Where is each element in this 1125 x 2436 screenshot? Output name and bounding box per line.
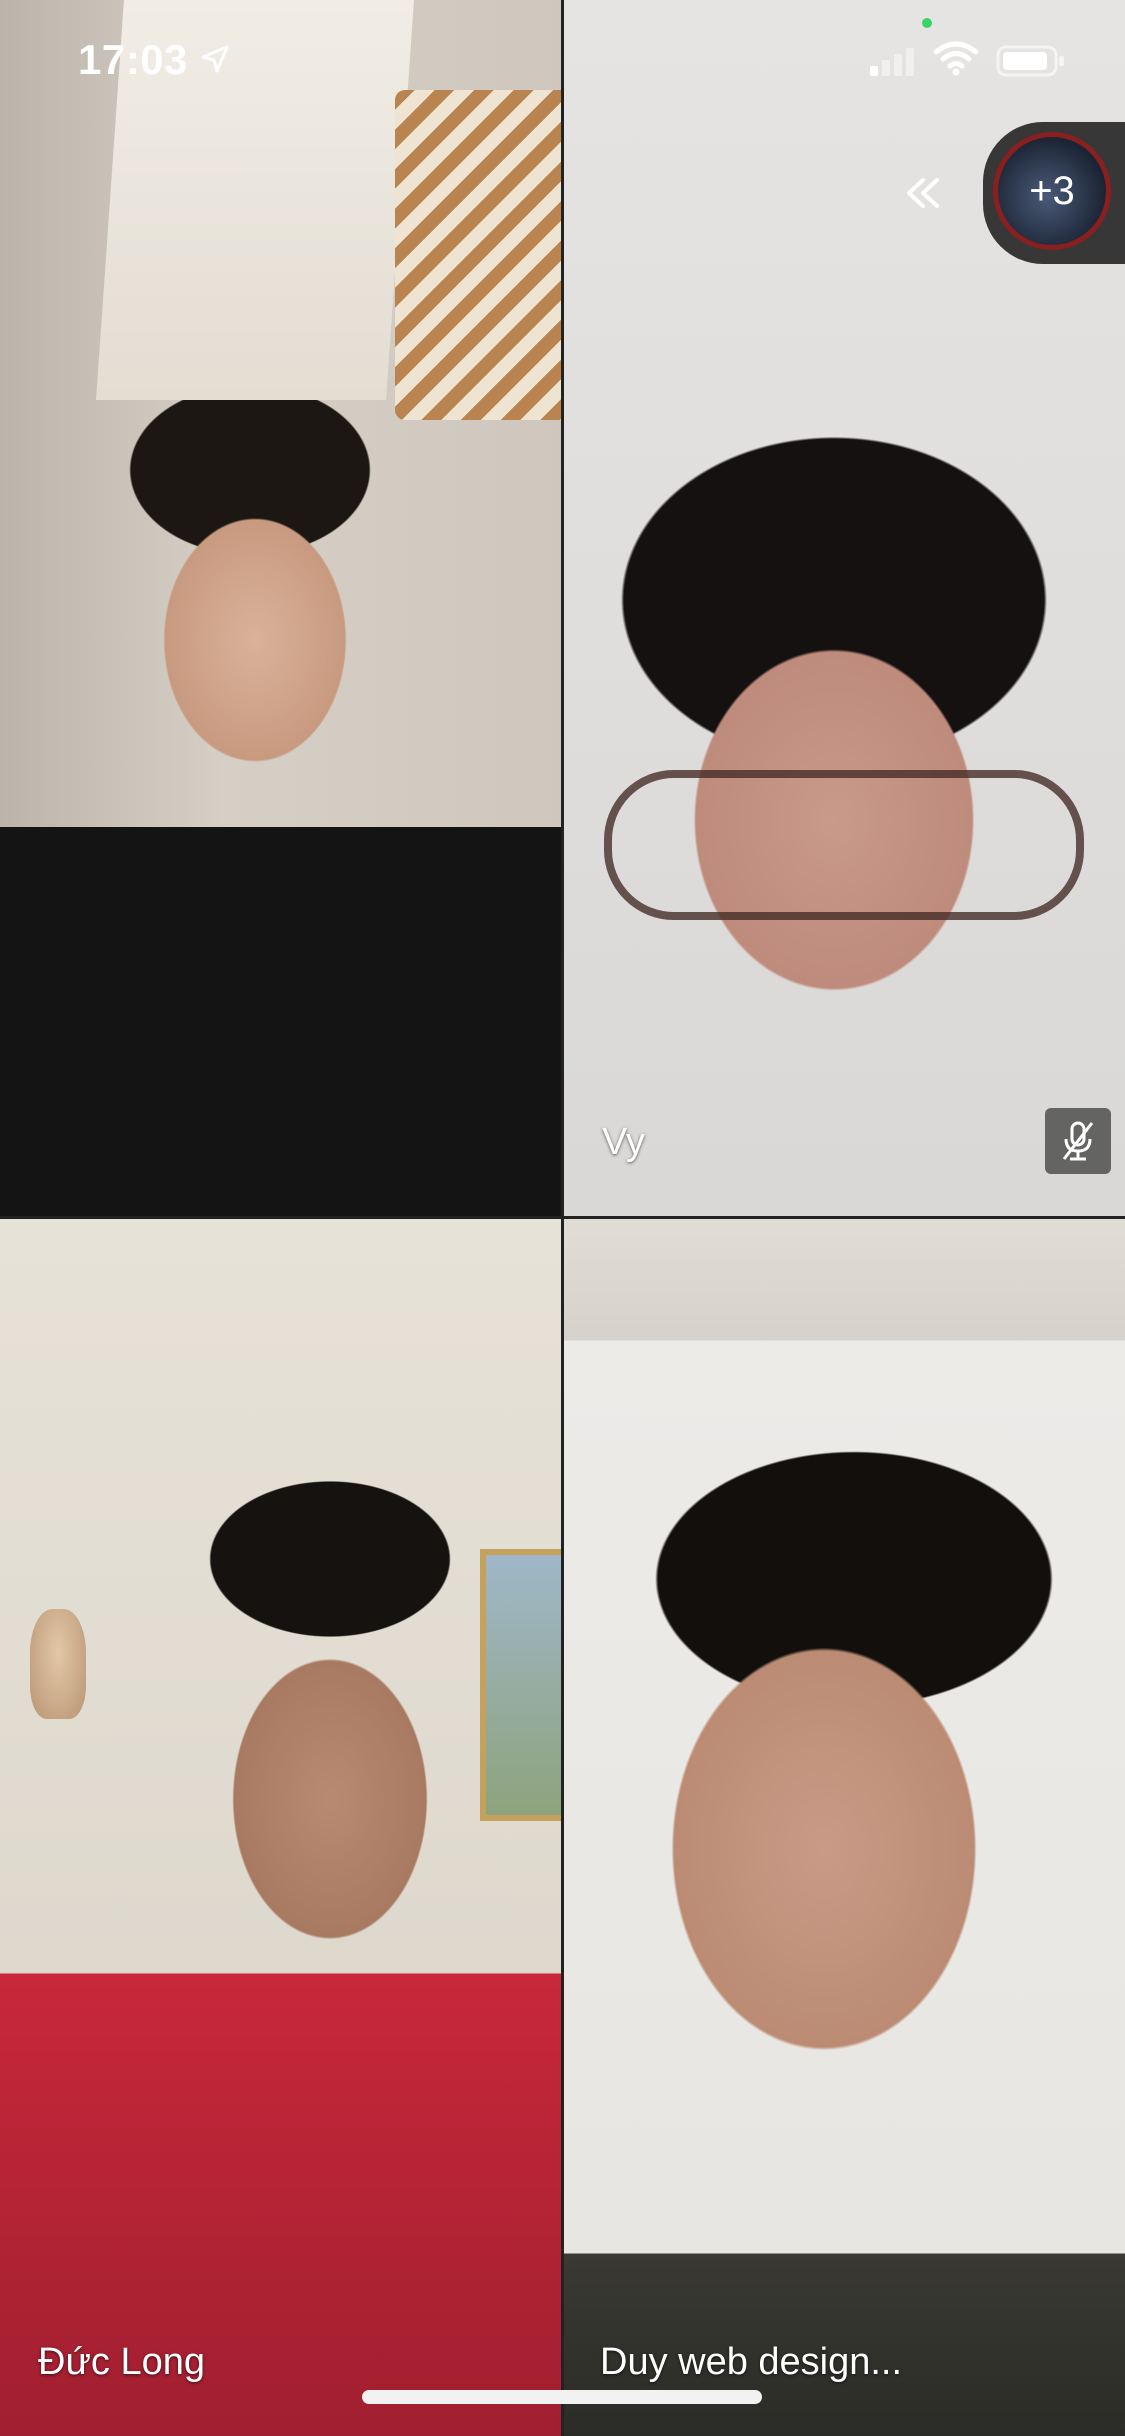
status-time: 17:03 bbox=[78, 36, 188, 83]
participant-tile-duy[interactable]: Duy web design... bbox=[564, 1219, 1125, 2436]
participant-name: Đức Long bbox=[38, 2341, 205, 2383]
background-basket bbox=[395, 90, 561, 420]
wifi-icon bbox=[933, 41, 979, 76]
background-picture-frame bbox=[480, 1549, 561, 1821]
battery-icon bbox=[996, 45, 1064, 77]
participant-grid: Vy Đức Long Duy web design... bbox=[0, 0, 1125, 2436]
double-chevron-left-icon bbox=[907, 178, 939, 208]
collapse-button[interactable] bbox=[896, 166, 950, 220]
participant-tile-self[interactable] bbox=[0, 0, 561, 1216]
more-participants-count: +3 bbox=[1029, 168, 1075, 213]
home-indicator[interactable] bbox=[362, 2390, 762, 2404]
participant-name: Duy web design... bbox=[600, 2341, 903, 2383]
participant-tile-duc-long[interactable]: Đức Long bbox=[0, 1219, 561, 2436]
cellular-signal-icon bbox=[870, 48, 914, 76]
more-participants-button[interactable]: +3 bbox=[983, 122, 1125, 264]
avatar: +3 bbox=[993, 132, 1111, 250]
participant-name: Vy bbox=[602, 1121, 645, 1163]
glasses-shape bbox=[604, 770, 1084, 920]
status-bar: 17:03 bbox=[0, 0, 1125, 130]
video-call-screen: Vy Đức Long Duy web design... 17:03 +3 bbox=[0, 0, 1125, 2436]
privacy-indicator-dot bbox=[922, 18, 932, 28]
location-arrow-icon bbox=[201, 45, 229, 73]
background-wall-lamp bbox=[30, 1609, 86, 1719]
microphone-muted-icon bbox=[1045, 1108, 1111, 1174]
